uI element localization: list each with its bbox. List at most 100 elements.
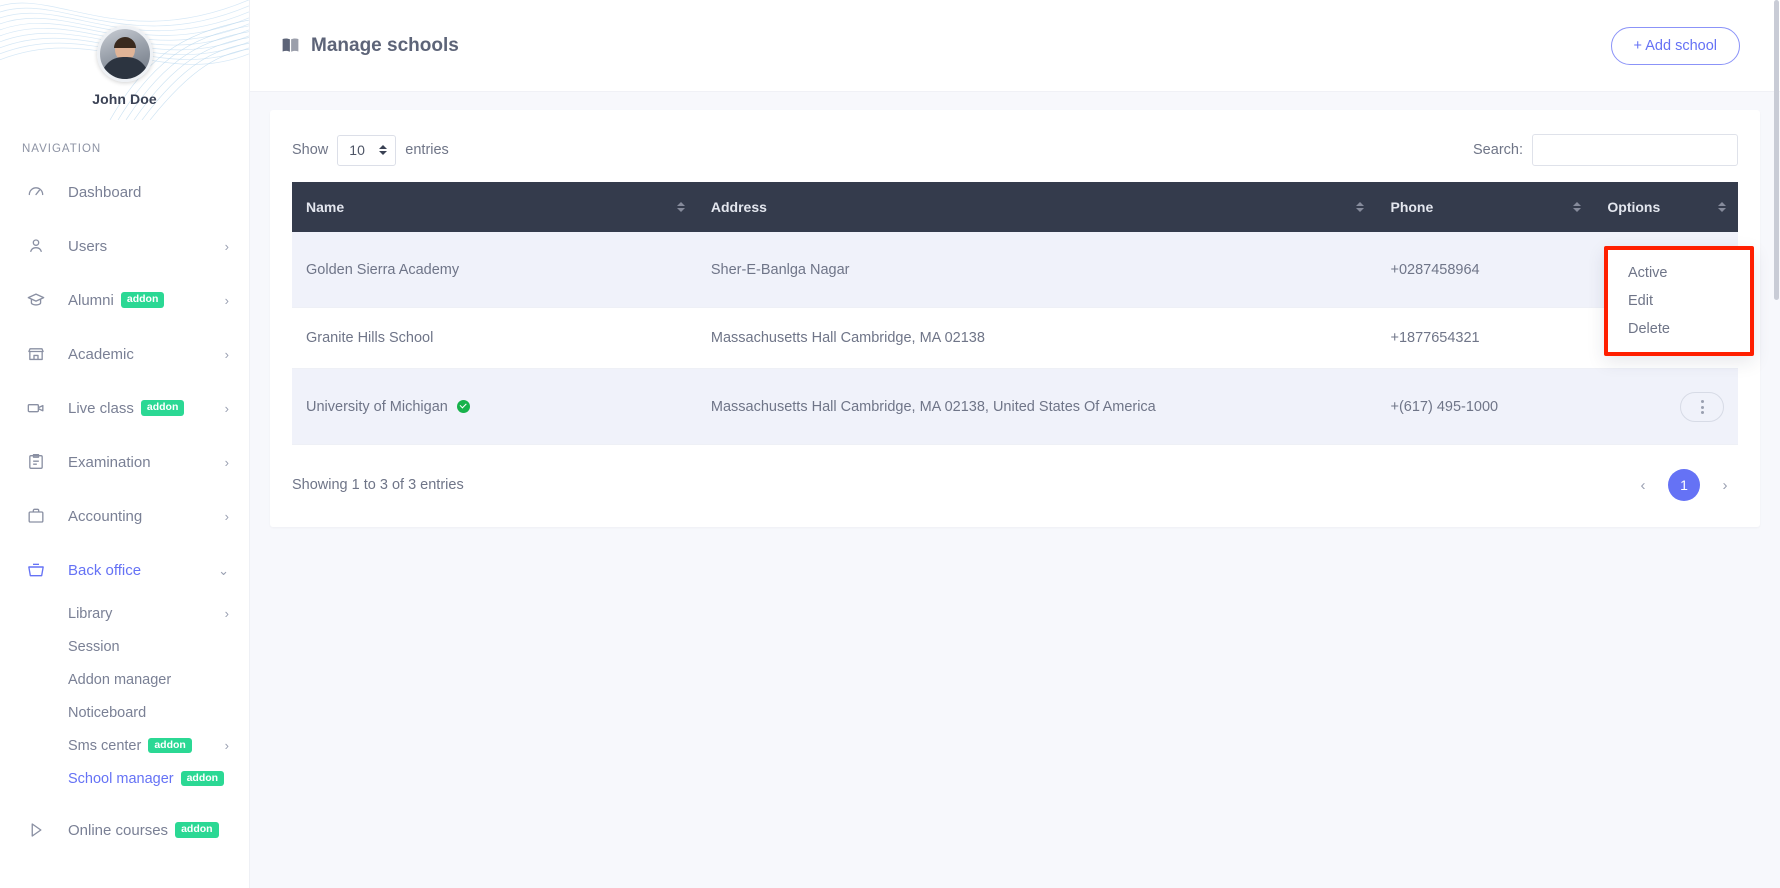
cell-name: Granite Hills School xyxy=(292,308,697,369)
chevron-right-icon: › xyxy=(225,240,229,253)
sidebar-item-label: Users xyxy=(68,238,107,255)
sidebar-item-label: Live class xyxy=(68,400,134,417)
cell-options xyxy=(1593,369,1738,445)
cell-phone: +(617) 495-1000 xyxy=(1376,369,1593,445)
cell-name: University of Michigan xyxy=(292,369,697,445)
table-row: University of Michigan Massachusetts Hal… xyxy=(292,369,1738,445)
sidebar-subitem-session[interactable]: Session xyxy=(0,630,249,663)
chevron-down-icon: ⌄ xyxy=(218,564,229,577)
column-label: Address xyxy=(711,199,767,215)
search-input[interactable] xyxy=(1532,134,1738,166)
chevron-right-icon: › xyxy=(225,348,229,361)
cell-phone: +1877654321 xyxy=(1376,308,1593,369)
scrollbar-thumb[interactable] xyxy=(1774,0,1779,300)
sort-icon xyxy=(1718,202,1726,212)
addon-badge: addon xyxy=(121,292,165,308)
sidebar-subitem-label: Session xyxy=(68,639,120,655)
sidebar-item-label: Dashboard xyxy=(68,184,141,201)
page-title-text: Manage schools xyxy=(311,35,459,57)
sidebar-item-label: Alumni xyxy=(68,292,114,309)
vertical-scrollbar[interactable] xyxy=(1773,0,1780,888)
page-size-value: 10 xyxy=(349,142,365,158)
options-kebab-menu-icon[interactable] xyxy=(1680,392,1724,422)
pagination-next-icon[interactable]: › xyxy=(1712,472,1738,498)
dropdown-item-active[interactable]: Active xyxy=(1608,259,1750,287)
addon-badge: addon xyxy=(148,738,192,754)
cell-address: Massachusetts Hall Cambridge, MA 02138, … xyxy=(697,369,1377,445)
sort-icon xyxy=(1356,202,1364,212)
user-icon xyxy=(26,235,50,257)
graduation-cap-icon xyxy=(26,289,50,311)
basket-icon xyxy=(26,559,50,581)
schools-table-card: Show 10 entries Search: xyxy=(270,110,1760,527)
sidebar-subitem-label: School manager xyxy=(68,771,174,787)
page-size-select[interactable]: 10 xyxy=(337,135,396,166)
dashboard-icon xyxy=(26,181,50,203)
table-body: Golden Sierra Academy Sher-E-Banlga Naga… xyxy=(292,232,1738,445)
search-control: Search: xyxy=(1473,134,1738,166)
cell-phone: +0287458964 xyxy=(1376,232,1593,308)
chevron-right-icon: › xyxy=(225,294,229,307)
options-dropdown-menu: Active Edit Delete xyxy=(1604,246,1754,356)
navigation-section-label: NAVIGATION xyxy=(22,143,249,155)
sidebar-item-label: Back office xyxy=(68,562,141,579)
entries-label: entries xyxy=(405,142,449,158)
addon-badge: addon xyxy=(141,400,185,416)
table-header-row: Name Address Phone Options xyxy=(292,182,1738,232)
table-head: Name Address Phone Options xyxy=(292,182,1738,232)
show-label: Show xyxy=(292,142,328,158)
school-name: Golden Sierra Academy xyxy=(306,262,459,278)
sidebar-item-live-class[interactable]: Live class addon › xyxy=(0,381,249,435)
column-header-phone[interactable]: Phone xyxy=(1376,182,1593,232)
chevron-right-icon: › xyxy=(225,607,229,620)
sidebar-subitem-noticeboard[interactable]: Noticeboard xyxy=(0,696,249,729)
add-school-button[interactable]: + Add school xyxy=(1611,27,1740,65)
avatar-hair xyxy=(114,37,136,48)
sidebar-subgroup-back-office: Library › Session Addon manager Noticebo… xyxy=(0,597,249,803)
sidebar-subitem-label: Noticeboard xyxy=(68,705,146,721)
sidebar-subitem-sms-center[interactable]: Sms center addon › xyxy=(0,729,249,762)
open-book-icon xyxy=(280,35,301,56)
dropdown-item-delete[interactable]: Delete xyxy=(1608,315,1750,343)
sidebar-subitem-addon-manager[interactable]: Addon manager xyxy=(0,663,249,696)
briefcase-icon xyxy=(26,505,50,527)
chevron-right-icon: › xyxy=(225,402,229,415)
school-name: Granite Hills School xyxy=(306,330,433,346)
table-controls: Show 10 entries Search: xyxy=(292,134,1738,182)
sidebar-subitem-label: Library xyxy=(68,606,112,622)
sidebar-item-online-courses[interactable]: Online courses addon xyxy=(0,803,249,857)
sidebar-item-academic[interactable]: Academic › xyxy=(0,327,249,381)
column-header-options[interactable]: Options xyxy=(1593,182,1738,232)
sidebar-subitem-library[interactable]: Library › xyxy=(0,597,249,630)
addon-badge: addon xyxy=(181,771,225,787)
sidebar-item-back-office[interactable]: Back office ⌄ xyxy=(0,543,249,597)
sidebar-item-dashboard[interactable]: Dashboard xyxy=(0,165,249,219)
dropdown-item-edit[interactable]: Edit xyxy=(1608,287,1750,315)
sort-icon xyxy=(1573,202,1581,212)
pagination-page-1[interactable]: 1 xyxy=(1668,469,1700,501)
clipboard-icon xyxy=(26,451,50,473)
chevron-right-icon: › xyxy=(225,456,229,469)
sidebar-item-examination[interactable]: Examination › xyxy=(0,435,249,489)
sidebar-item-label: Online courses xyxy=(68,822,168,839)
school-building-icon xyxy=(26,343,50,365)
chevron-right-icon: › xyxy=(225,739,229,752)
school-name: University of Michigan xyxy=(306,399,448,415)
sidebar-profile: John Doe xyxy=(0,0,249,107)
video-camera-icon xyxy=(26,397,50,419)
cell-address: Massachusetts Hall Cambridge, MA 02138 xyxy=(697,308,1377,369)
sidebar-subitem-school-manager[interactable]: School manager addon xyxy=(0,762,249,795)
show-entries-control: Show 10 entries xyxy=(292,135,449,166)
column-label: Phone xyxy=(1390,199,1433,215)
cell-options: Active Edit Delete xyxy=(1593,232,1738,308)
pagination-previous-icon[interactable]: ‹ xyxy=(1630,472,1656,498)
sidebar-item-users[interactable]: Users › xyxy=(0,219,249,273)
table-row: Golden Sierra Academy Sher-E-Banlga Naga… xyxy=(292,232,1738,308)
table-footer: Showing 1 to 3 of 3 entries ‹ 1 › xyxy=(292,445,1738,501)
sort-icon xyxy=(677,202,685,212)
sidebar-item-label: Academic xyxy=(68,346,134,363)
sidebar-item-accounting[interactable]: Accounting › xyxy=(0,489,249,543)
column-header-name[interactable]: Name xyxy=(292,182,697,232)
column-header-address[interactable]: Address xyxy=(697,182,1377,232)
sidebar-item-alumni[interactable]: Alumni addon › xyxy=(0,273,249,327)
